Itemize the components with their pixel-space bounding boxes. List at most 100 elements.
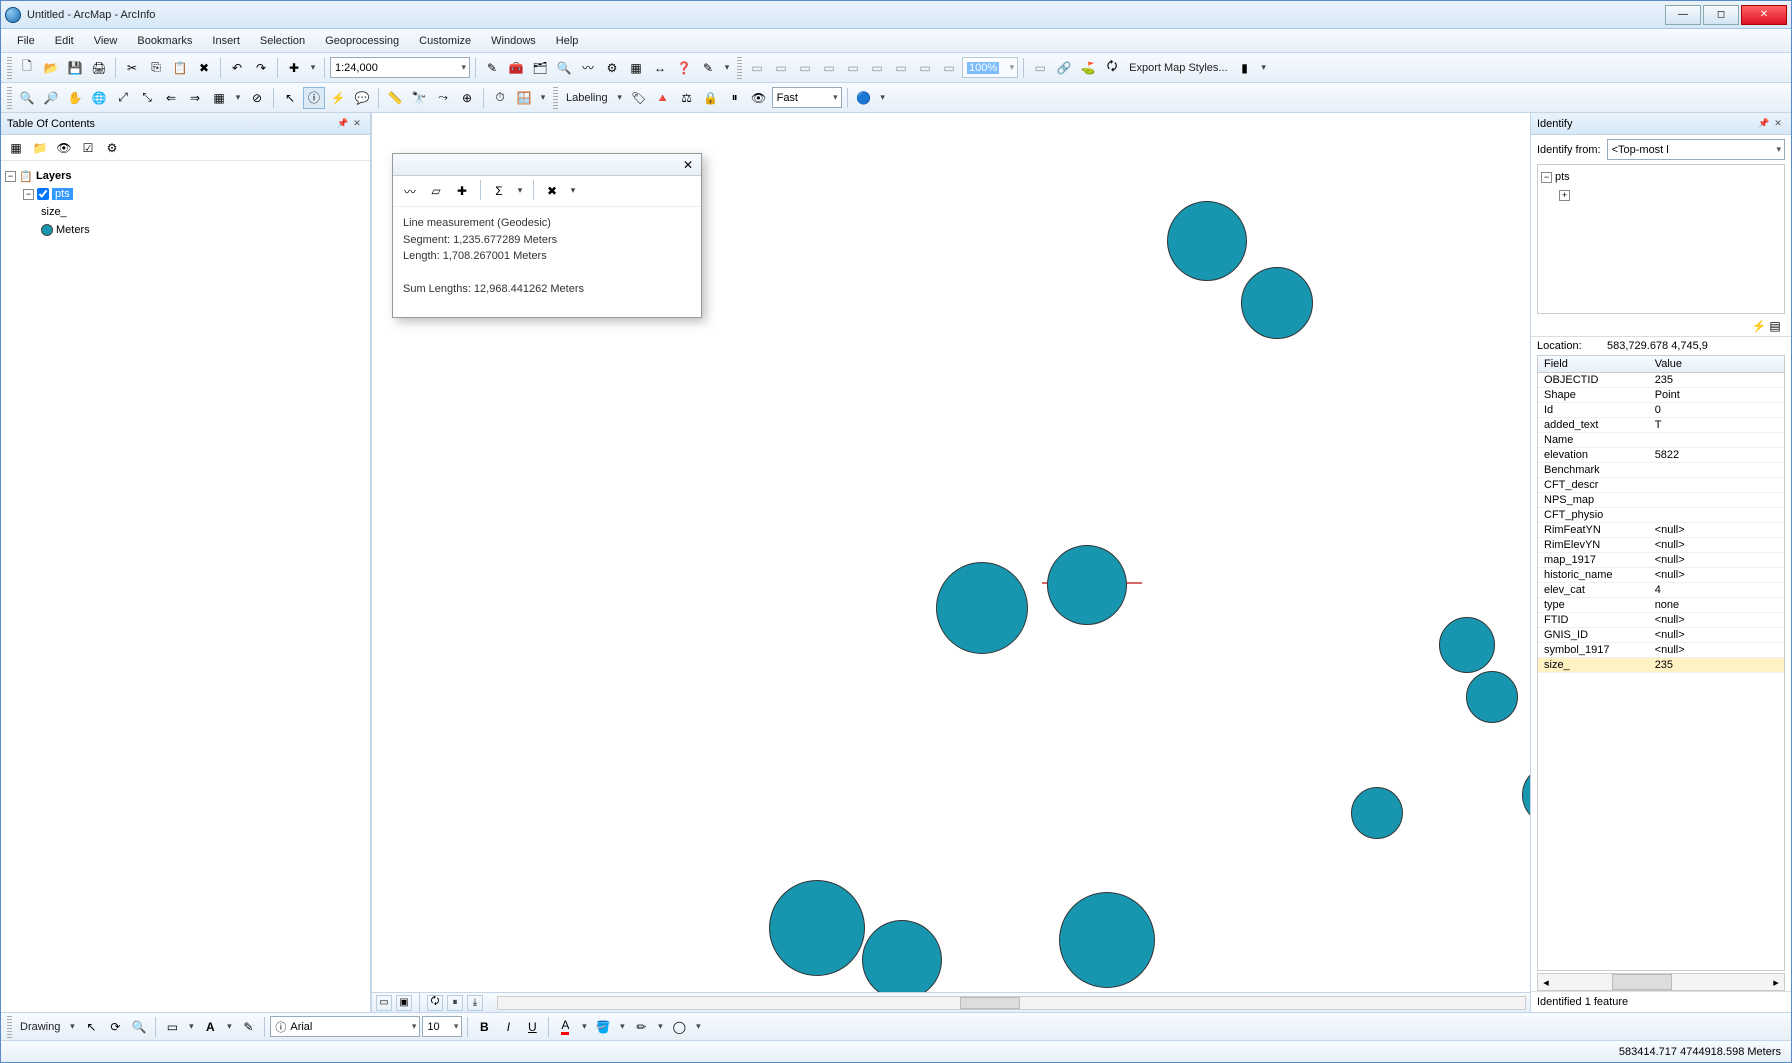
toolbar-grip[interactable] (737, 57, 742, 79)
map-point-symbol[interactable] (1047, 545, 1127, 625)
abbr-dropdown[interactable]: ▾ (877, 87, 889, 108)
toc-tree[interactable]: − 📋 Layers − pts size_ Meters (1, 161, 370, 1012)
pin-icon[interactable]: 📌 (1757, 117, 1771, 131)
clear-icon[interactable]: ✖ (541, 180, 563, 202)
font-color-icon[interactable]: A (554, 1016, 576, 1038)
map-point-symbol[interactable] (1241, 267, 1313, 339)
col-field[interactable]: Field (1538, 356, 1649, 373)
measure-area-icon[interactable]: ▱ (425, 180, 447, 202)
table-row[interactable]: Id0 (1538, 403, 1784, 418)
copy-icon[interactable]: ⎘ (145, 57, 167, 79)
toolbar-grip[interactable] (7, 57, 12, 79)
map-point-symbol[interactable] (1466, 671, 1518, 723)
map-point-symbol[interactable] (1439, 617, 1495, 673)
table-row[interactable]: typenone (1538, 598, 1784, 613)
map-point-symbol[interactable] (936, 562, 1028, 654)
add-data-icon[interactable]: ✚ (283, 57, 305, 79)
measure-line-icon[interactable]: 〰 (399, 180, 421, 202)
pan-icon[interactable]: ✋ (64, 87, 86, 109)
table-row[interactable]: CFT_physio (1538, 508, 1784, 523)
italic-icon[interactable]: I (497, 1016, 519, 1038)
zoom-to-elements-icon[interactable]: 🔍 (128, 1016, 150, 1038)
modelbuilder-icon[interactable]: ⚙ (601, 57, 623, 79)
clear-dropdown[interactable]: ▾ (567, 180, 579, 201)
measure-sum-icon[interactable]: Σ (488, 180, 510, 202)
layer-visibility-checkbox[interactable] (37, 188, 49, 200)
menu-file[interactable]: File (7, 32, 45, 50)
minimize-button[interactable]: — (1665, 5, 1701, 25)
layout-view-icon[interactable]: ▣ (396, 995, 412, 1011)
map-point-symbol[interactable] (1059, 892, 1155, 988)
menu-selection[interactable]: Selection (250, 32, 315, 50)
close-icon[interactable]: ✕ (679, 156, 697, 174)
map-point-symbol[interactable] (862, 920, 942, 992)
table-row[interactable]: historic_name<null> (1538, 568, 1784, 583)
menu-customize[interactable]: Customize (409, 32, 481, 50)
layers-node[interactable]: Layers (36, 170, 71, 182)
table-icon[interactable]: ▦ (625, 57, 647, 79)
table-row[interactable]: OBJECTID235 (1538, 373, 1784, 388)
layer-pts[interactable]: pts (52, 188, 73, 200)
identify-icon[interactable]: ⓘ (303, 87, 325, 109)
col-value[interactable]: Value (1649, 356, 1784, 373)
new-icon[interactable]: 🗋 (16, 57, 38, 79)
list-by-selection-icon[interactable]: ☑ (77, 137, 99, 159)
bold-icon[interactable]: B (473, 1016, 495, 1038)
table-row[interactable]: RimFeatYN<null> (1538, 523, 1784, 538)
marker-color-icon[interactable]: ◯ (668, 1016, 690, 1038)
font-combo[interactable]: ⓘArial (270, 1016, 420, 1037)
paste-icon[interactable]: 📋 (169, 57, 191, 79)
label-manager-icon[interactable]: 🏷 (628, 87, 650, 109)
close-icon[interactable]: ✕ (1771, 117, 1785, 131)
table-row[interactable]: GNIS_ID<null> (1538, 628, 1784, 643)
list-by-visibility-icon[interactable]: 👁 (53, 137, 75, 159)
hscrollbar[interactable] (497, 996, 1526, 1010)
select-elements-icon[interactable]: ↖ (279, 87, 301, 109)
select-dropdown[interactable]: ▾ (232, 87, 244, 108)
attach-icon[interactable]: 🔗 (1053, 57, 1075, 79)
collapse-icon[interactable]: − (1541, 172, 1552, 183)
map-point-symbol[interactable] (1351, 787, 1403, 839)
style-dropdown[interactable]: ▾ (1258, 57, 1270, 78)
fill-color-icon[interactable]: 🪣 (592, 1016, 614, 1038)
measure-dialog[interactable]: ✕ 〰 ▱ ✚ Σ ▾ ✖ ▾ Line measurement ( (392, 153, 702, 318)
labeling-button[interactable]: Labeling (562, 92, 612, 104)
hscrollbar[interactable]: ◂ ▸ (1537, 973, 1785, 991)
print-icon[interactable]: 🖨 (88, 57, 110, 79)
identify-attributes[interactable]: Field Value OBJECTID235ShapePointId0adde… (1537, 355, 1785, 971)
cut-icon[interactable]: ✂ (121, 57, 143, 79)
table-row[interactable]: Benchmark (1538, 463, 1784, 478)
refresh-icon[interactable]: 🗘 (1101, 57, 1123, 79)
labeling-dropdown[interactable]: ▾ (614, 87, 626, 108)
menu-windows[interactable]: Windows (481, 32, 546, 50)
create-viewer-icon[interactable]: 🪟 (513, 87, 535, 109)
collapse-icon[interactable]: − (23, 189, 34, 200)
add-data-dropdown[interactable]: ▾ (307, 57, 319, 78)
search-icon[interactable]: 🔍 (553, 57, 575, 79)
close-button[interactable]: ✕ (1741, 5, 1787, 25)
label-priority-icon[interactable]: 🔺 (652, 87, 674, 109)
font-size-combo[interactable]: 10 (422, 1016, 462, 1037)
menu-help[interactable]: Help (546, 32, 589, 50)
style-icon[interactable]: ▮ (1234, 57, 1256, 79)
measure-feature-icon[interactable]: ✚ (451, 180, 473, 202)
save-icon[interactable]: 💾 (64, 57, 86, 79)
identify-from-combo[interactable]: <Top-most l (1607, 139, 1785, 160)
lock-labels-icon[interactable]: 🔒 (700, 87, 722, 109)
menu-icon[interactable]: ▤ (1767, 318, 1783, 334)
full-extent-icon[interactable]: 🌐 (88, 87, 110, 109)
zoom-in-icon[interactable]: 🔍 (16, 87, 38, 109)
options-icon[interactable]: ⚙ (101, 137, 123, 159)
table-row[interactable]: RimElevYN<null> (1538, 538, 1784, 553)
table-row[interactable]: size_235 (1538, 658, 1784, 673)
expand-icon[interactable]: + (1559, 190, 1570, 201)
hyperlink-icon[interactable]: ⚡ (327, 87, 349, 109)
find-icon[interactable]: 🔭 (408, 87, 430, 109)
identify-tree[interactable]: − pts + (1537, 164, 1785, 314)
select-features-icon[interactable]: ▦ (208, 87, 230, 109)
find-route-icon[interactable]: ⤳ (432, 87, 454, 109)
flash-icon[interactable]: ⚡ (1751, 318, 1767, 334)
menu-geoprocessing[interactable]: Geoprocessing (315, 32, 409, 50)
select-elements-icon[interactable]: ↖ (80, 1016, 102, 1038)
step-icon[interactable]: ⤓ (467, 995, 483, 1011)
